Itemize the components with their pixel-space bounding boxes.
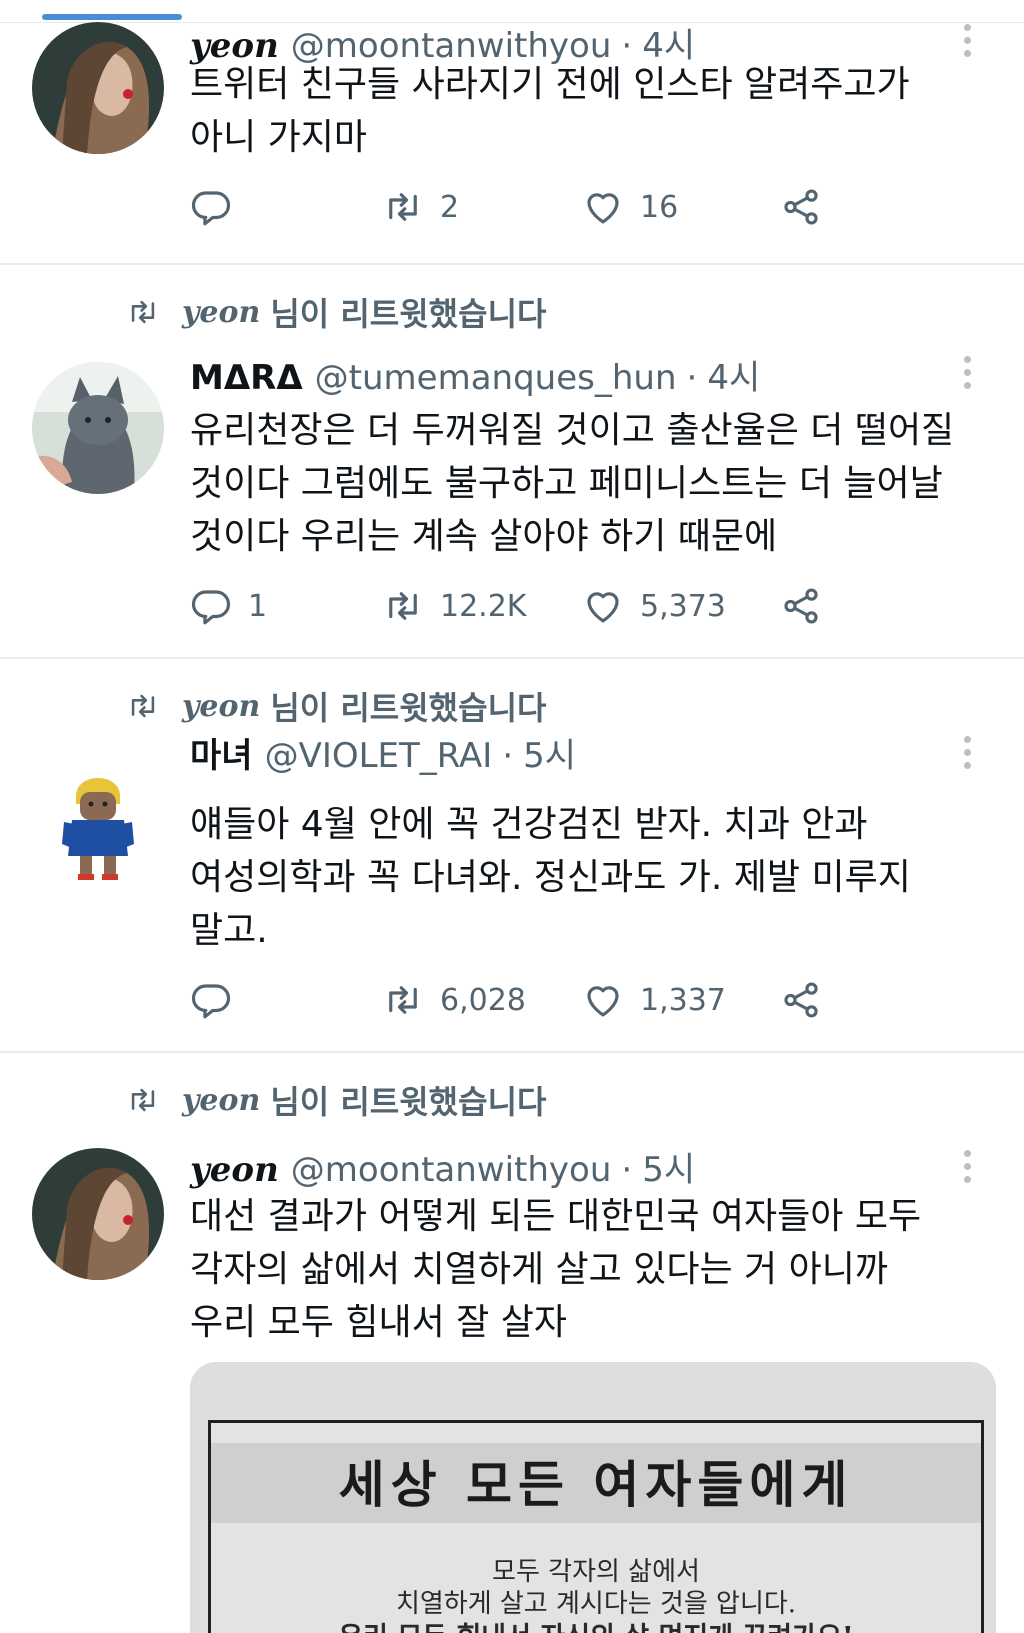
more-options-icon[interactable]	[962, 736, 972, 774]
kitten-avatar-icon	[32, 362, 164, 494]
retweet-icon	[122, 1083, 164, 1117]
avatar[interactable]	[32, 1148, 164, 1280]
avatar[interactable]	[32, 22, 164, 154]
tweet-text-line: 우리 모두 힘내서 잘 살자	[190, 1302, 567, 1343]
reply-button[interactable]	[190, 185, 248, 229]
retweet-context: yeon 님이 리트윗했습니다	[122, 686, 547, 727]
tweet-time[interactable]: 5시	[523, 728, 576, 777]
tweet-time[interactable]: 4시	[707, 350, 760, 399]
newspaper-ad-frame: 세상 모든 여자들에게 모두 각자의 삶에서 치열하게 살고 계시다는 것을 압…	[208, 1420, 984, 1633]
share-icon	[780, 585, 822, 627]
newspaper-text-line: 우리 모두 힘내서 자신의 삶 멋지게 꾸려가요!	[211, 1615, 981, 1633]
avatar-image-icon	[32, 1148, 164, 1280]
share-button[interactable]	[780, 978, 822, 1022]
reply-count: 1	[248, 588, 268, 624]
tweet-actions: 6,028 1,337	[190, 978, 970, 1022]
tweet-text: 트위터 친구들 사라지기 전에 인스타 알려주고가 아니 가지마	[190, 58, 990, 164]
retweet-icon	[382, 585, 424, 627]
retweet-button[interactable]: 2	[382, 185, 459, 229]
tweet-text-line: 아니 가지마	[190, 117, 368, 158]
like-count: 16	[640, 189, 679, 225]
reply-icon	[190, 186, 232, 228]
tweet-text-line: 여성의학과 꼭 다녀와. 정신과도 가. 제발 미루지	[190, 857, 911, 898]
retweet-button[interactable]: 6,028	[382, 978, 526, 1022]
tweet-text-line: 유리천장은 더 두꺼워질 것이고 출산율은 더 떨어질	[190, 410, 955, 451]
attached-photo[interactable]: 세상 모든 여자들에게 모두 각자의 삶에서 치열하게 살고 계시다는 것을 압…	[190, 1362, 996, 1633]
more-options-icon[interactable]	[962, 24, 972, 62]
retweet-icon	[382, 979, 424, 1021]
retweet-count: 2	[440, 189, 460, 225]
display-name[interactable]: yeon	[190, 1150, 279, 1190]
share-button[interactable]	[780, 185, 822, 229]
tweet-time[interactable]: 5시	[642, 1142, 695, 1191]
tweet-text-line: 것이다 그럼에도 불구하고 페미니스트는 더 늘어날	[190, 463, 943, 504]
plush-doll-avatar-icon	[32, 756, 164, 888]
retweeter-name[interactable]: yeon	[182, 689, 260, 724]
like-count: 1,337	[640, 982, 726, 1018]
share-icon	[780, 979, 822, 1021]
tweet-text-line: 대선 결과가 어떻게 되든 대한민국 여자들아 모두	[190, 1196, 922, 1237]
user-handle[interactable]: @moontanwithyou	[291, 1150, 612, 1190]
separator-dot: ·	[686, 358, 698, 398]
retweet-label: 님이 리트윗했습니다	[270, 689, 547, 727]
retweeter-name[interactable]: yeon	[182, 1083, 260, 1118]
heart-icon	[582, 186, 624, 228]
tweet-divider	[0, 1051, 1024, 1053]
like-button[interactable]: 16	[582, 185, 678, 229]
tweet-divider	[0, 263, 1024, 265]
like-button[interactable]: 1,337	[582, 978, 726, 1022]
like-button[interactable]: 5,373	[582, 584, 726, 628]
tweet-text-line: 각자의 삶에서 치열하게 살고 있다는 거 아니까	[190, 1249, 888, 1290]
tweet-text-line: 말고.	[190, 910, 268, 951]
tweet-text: 대선 결과가 어떻게 되든 대한민국 여자들아 모두 각자의 삶에서 치열하게 …	[190, 1190, 990, 1349]
tweet-text-line: 것이다 우리는 계속 살아야 하기 때문에	[190, 516, 778, 557]
retweet-icon	[122, 689, 164, 723]
avatar[interactable]	[32, 362, 164, 494]
display-name[interactable]: 마녀	[190, 728, 253, 777]
display-name[interactable]: MΔRΔ	[190, 358, 303, 398]
tweet-actions: 1 12.2K 5,373	[190, 584, 970, 628]
reply-icon	[190, 979, 232, 1021]
retweet-count: 6,028	[440, 982, 526, 1018]
reply-icon	[190, 585, 232, 627]
retweet-label: 님이 리트윗했습니다	[270, 295, 547, 333]
retweet-context: yeon 님이 리트윗했습니다	[122, 1080, 547, 1121]
share-button[interactable]	[780, 584, 822, 628]
retweet-button[interactable]: 12.2K	[382, 584, 526, 628]
newspaper-headline: 세상 모든 여자들에게	[338, 1456, 854, 1514]
retweet-icon	[122, 295, 164, 329]
avatar[interactable]	[32, 756, 164, 888]
retweet-label: 님이 리트윗했습니다	[270, 1083, 547, 1121]
user-handle[interactable]: @tumemanques_hun	[315, 358, 677, 398]
retweet-context: yeon 님이 리트윗했습니다	[122, 292, 547, 333]
separator-dot: ·	[621, 1150, 633, 1190]
retweeter-name[interactable]: yeon	[182, 295, 260, 330]
reply-button[interactable]	[190, 978, 248, 1022]
heart-icon	[582, 979, 624, 1021]
reply-button[interactable]: 1	[190, 584, 267, 628]
share-icon	[780, 186, 822, 228]
tweet-text-line: 얘들아 4월 안에 꼭 건강검진 받자. 치과 안과	[190, 804, 868, 845]
like-count: 5,373	[640, 588, 726, 624]
tweet-actions: 2 16	[190, 185, 970, 229]
tweet-text: 유리천장은 더 두꺼워질 것이고 출산율은 더 떨어질 것이다 그럼에도 불구하…	[190, 404, 990, 563]
separator-dot: ·	[502, 736, 514, 776]
more-options-icon[interactable]	[962, 1150, 972, 1188]
tweet-divider	[0, 657, 1024, 659]
avatar-image-icon	[32, 22, 164, 154]
tweet-text: 얘들아 4월 안에 꼭 건강검진 받자. 치과 안과 여성의학과 꼭 다녀와. …	[190, 798, 990, 957]
retweet-icon	[382, 186, 424, 228]
retweet-count: 12.2K	[440, 588, 527, 624]
more-options-icon[interactable]	[962, 356, 972, 394]
tweet-text-line: 트위터 친구들 사라지기 전에 인스타 알려주고가	[190, 64, 910, 105]
heart-icon	[582, 585, 624, 627]
loading-progress-bar	[42, 14, 182, 20]
user-handle[interactable]: @VIOLET_RAI	[265, 736, 493, 776]
